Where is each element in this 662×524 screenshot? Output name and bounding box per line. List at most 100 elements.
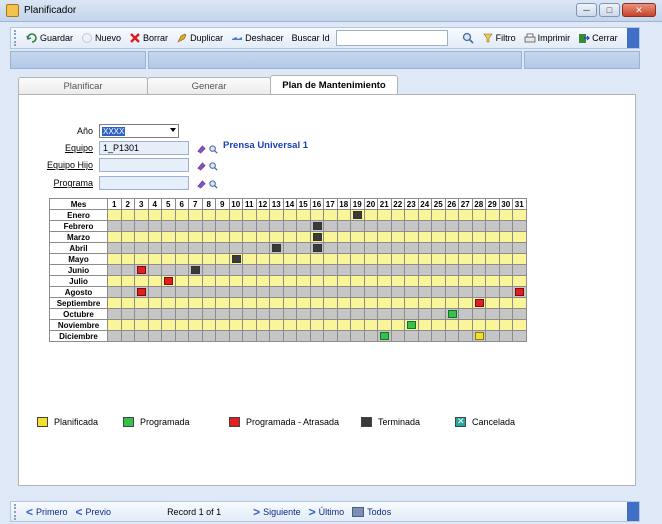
- day-cell[interactable]: [107, 242, 122, 254]
- day-cell[interactable]: [174, 231, 189, 243]
- todos-button[interactable]: Todos: [348, 506, 395, 517]
- day-cell[interactable]: [458, 231, 473, 243]
- day-cell[interactable]: [228, 330, 243, 342]
- day-cell[interactable]: [485, 253, 500, 265]
- day-cell[interactable]: [431, 275, 446, 287]
- day-cell[interactable]: [336, 330, 351, 342]
- day-cell[interactable]: [107, 209, 122, 221]
- day-cell[interactable]: [215, 209, 230, 221]
- day-cell[interactable]: [444, 319, 459, 331]
- day-cell[interactable]: [296, 220, 311, 232]
- day-cell[interactable]: [282, 275, 297, 287]
- status-mark-programada[interactable]: [380, 332, 389, 340]
- status-mark-atrasada[interactable]: [474, 299, 484, 307]
- day-cell[interactable]: [485, 330, 500, 342]
- day-cell[interactable]: [485, 209, 500, 221]
- primero-button[interactable]: < Primero: [22, 505, 72, 519]
- day-cell[interactable]: [485, 297, 500, 309]
- day-cell[interactable]: [444, 286, 459, 298]
- day-cell[interactable]: [363, 264, 378, 276]
- day-cell[interactable]: [269, 319, 284, 331]
- day-cell[interactable]: [242, 209, 257, 221]
- day-cell[interactable]: [431, 308, 446, 320]
- status-mark-programada[interactable]: [407, 321, 416, 329]
- day-cell[interactable]: [336, 231, 351, 243]
- day-cell[interactable]: [215, 275, 230, 287]
- day-cell[interactable]: [390, 231, 405, 243]
- day-cell[interactable]: [485, 231, 500, 243]
- day-cell[interactable]: [161, 242, 176, 254]
- day-cell[interactable]: [228, 220, 243, 232]
- day-cell[interactable]: [296, 319, 311, 331]
- day-cell[interactable]: [471, 220, 486, 232]
- day-cell[interactable]: [431, 286, 446, 298]
- day-cell[interactable]: [242, 231, 257, 243]
- status-mark-atrasada[interactable]: [164, 277, 173, 285]
- day-cell[interactable]: [336, 264, 351, 276]
- day-cell[interactable]: [296, 253, 311, 265]
- day-cell[interactable]: [174, 253, 189, 265]
- day-cell[interactable]: [215, 286, 230, 298]
- day-cell[interactable]: [228, 231, 243, 243]
- tab-generar[interactable]: Generar: [147, 77, 271, 94]
- day-cell[interactable]: [458, 330, 473, 342]
- day-cell[interactable]: [107, 297, 122, 309]
- day-cell[interactable]: [188, 264, 203, 276]
- day-cell[interactable]: [107, 330, 122, 342]
- day-cell[interactable]: [174, 330, 189, 342]
- previo-button[interactable]: < Previo: [72, 505, 116, 519]
- day-cell[interactable]: [161, 264, 176, 276]
- toolbar-grip[interactable]: [14, 30, 18, 46]
- day-cell[interactable]: [363, 286, 378, 298]
- day-cell[interactable]: [350, 286, 365, 298]
- day-cell[interactable]: [107, 253, 122, 265]
- day-cell[interactable]: [417, 297, 432, 309]
- day-cell[interactable]: [134, 242, 149, 254]
- day-cell[interactable]: [350, 220, 365, 232]
- siguiente-button[interactable]: > Siguiente: [249, 505, 305, 519]
- day-cell[interactable]: [458, 253, 473, 265]
- day-cell[interactable]: [174, 209, 189, 221]
- cerrar-button[interactable]: Cerrar: [574, 29, 622, 47]
- day-cell[interactable]: [336, 308, 351, 320]
- day-cell[interactable]: [431, 319, 446, 331]
- day-cell[interactable]: [431, 264, 446, 276]
- day-cell[interactable]: [512, 297, 527, 309]
- day-cell[interactable]: [377, 209, 392, 221]
- day-cell[interactable]: [417, 330, 432, 342]
- day-cell[interactable]: [242, 242, 257, 254]
- day-cell[interactable]: [147, 264, 162, 276]
- status-mark-terminada[interactable]: [272, 244, 281, 252]
- day-cell[interactable]: [134, 308, 149, 320]
- day-cell[interactable]: [404, 253, 419, 265]
- day-cell[interactable]: [323, 286, 338, 298]
- day-cell[interactable]: [201, 319, 216, 331]
- day-cell[interactable]: [404, 308, 419, 320]
- day-cell[interactable]: [147, 297, 162, 309]
- day-cell[interactable]: [309, 275, 324, 287]
- day-cell[interactable]: [363, 319, 378, 331]
- day-cell[interactable]: [458, 220, 473, 232]
- day-cell[interactable]: [282, 308, 297, 320]
- day-cell[interactable]: [363, 231, 378, 243]
- day-cell[interactable]: [471, 275, 486, 287]
- day-cell[interactable]: [188, 231, 203, 243]
- day-cell[interactable]: [363, 330, 378, 342]
- programa-field[interactable]: [99, 176, 189, 190]
- filtro-button[interactable]: Filtro: [478, 29, 520, 47]
- day-cell[interactable]: [147, 231, 162, 243]
- day-cell[interactable]: [282, 209, 297, 221]
- day-cell[interactable]: [269, 253, 284, 265]
- day-cell[interactable]: [269, 231, 284, 243]
- day-cell[interactable]: [296, 242, 311, 254]
- day-cell[interactable]: [134, 209, 149, 221]
- day-cell[interactable]: [215, 297, 230, 309]
- day-cell[interactable]: [134, 297, 149, 309]
- day-cell[interactable]: [309, 319, 324, 331]
- day-cell[interactable]: [120, 231, 135, 243]
- day-cell[interactable]: [134, 220, 149, 232]
- day-cell[interactable]: [512, 286, 527, 298]
- day-cell[interactable]: [404, 231, 419, 243]
- day-cell[interactable]: [282, 297, 297, 309]
- day-cell[interactable]: [215, 242, 230, 254]
